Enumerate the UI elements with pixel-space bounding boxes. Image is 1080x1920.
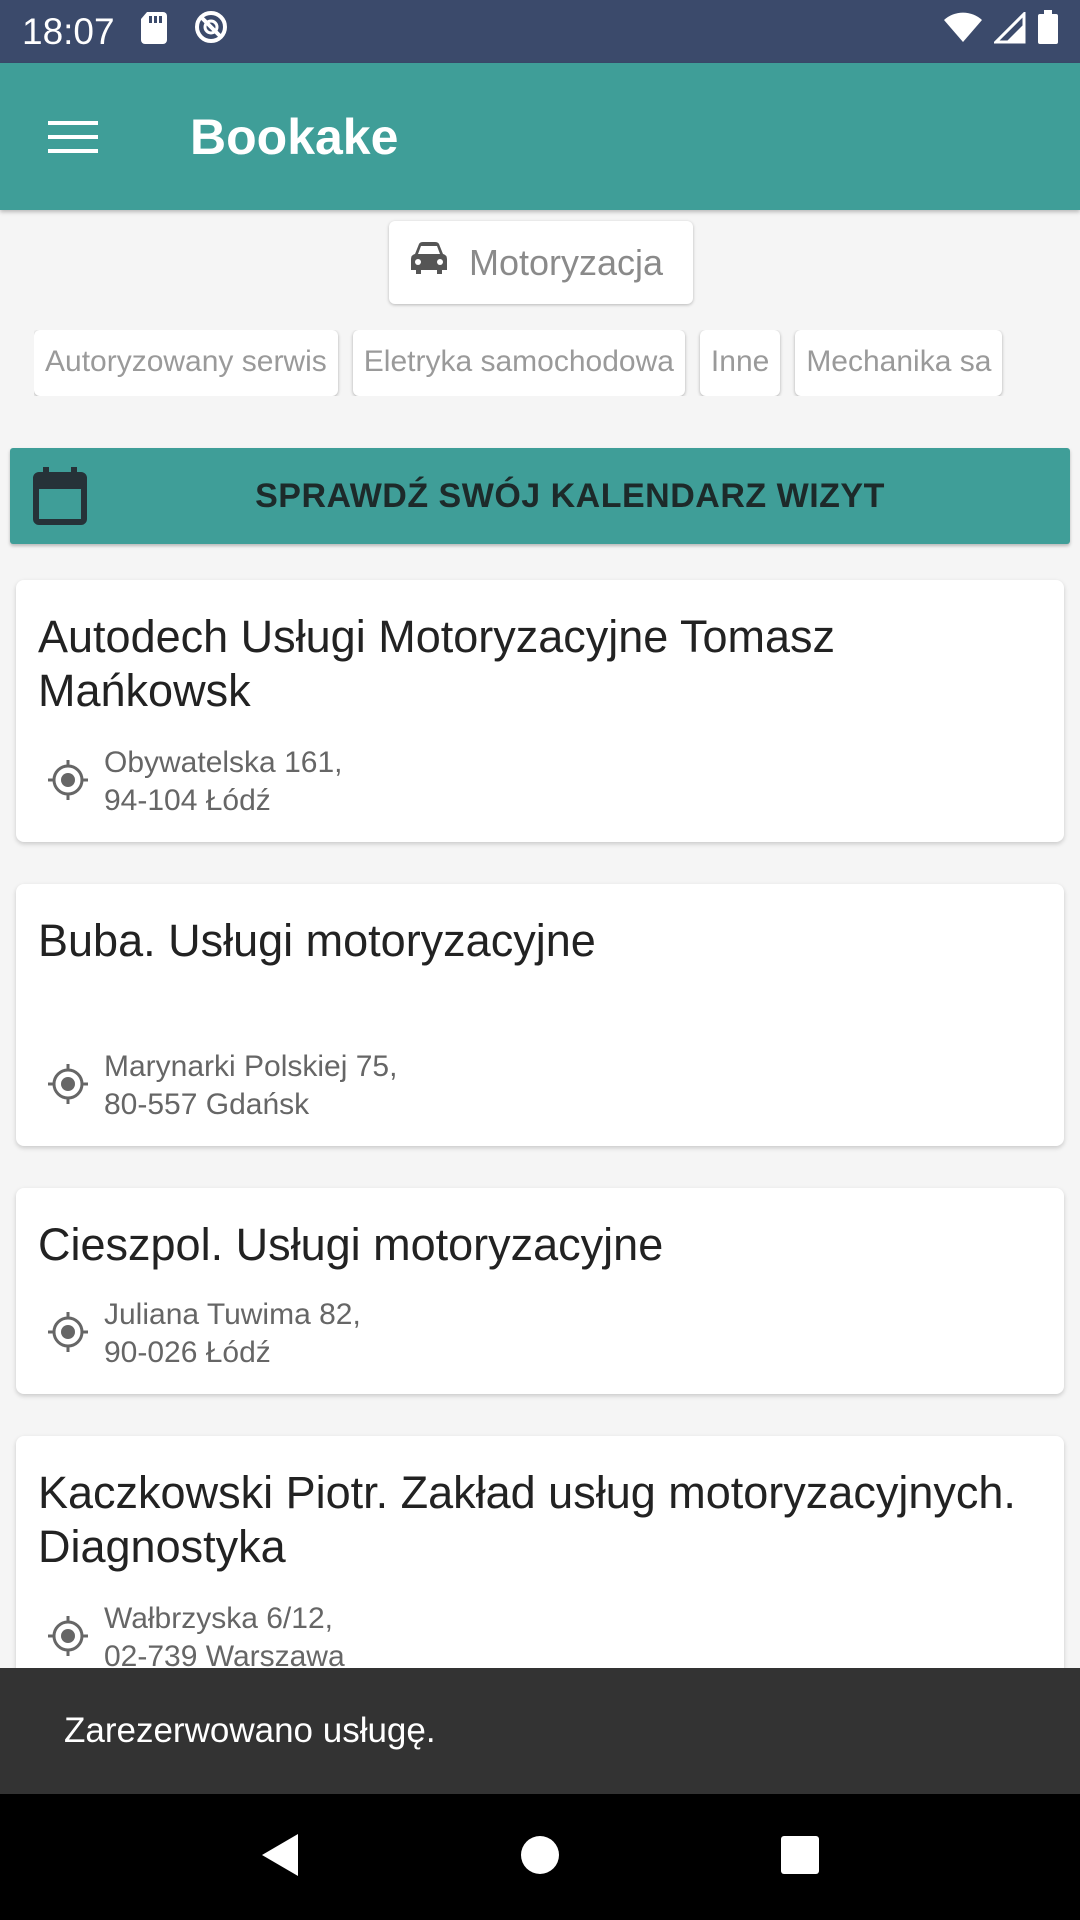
snackbar-message: Zarezerwowano usługę. (64, 1711, 436, 1750)
business-address: Marynarki Polskiej 75, 80-557 Gdańsk (46, 1048, 397, 1124)
car-icon (409, 240, 449, 285)
wifi-icon (944, 11, 982, 53)
category-chip[interactable]: Motoryzacja (389, 221, 693, 304)
subcategory-chips: Autoryzowany serwis Eletryka samochodowa I… (34, 330, 1054, 396)
location-icon (46, 1614, 90, 1663)
back-icon (262, 1833, 298, 1876)
business-card[interactable]: Buba. Usługi motoryzacyjne Marynarki Pol… (16, 884, 1064, 1146)
address-line-2: 94-104 Łódź (104, 784, 271, 817)
calendar-button-label: SPRAWDŹ SWÓJ KALENDARZ WIZYT (255, 476, 885, 515)
status-time: 18:07 (22, 10, 115, 52)
business-name: Autodech Usługi Motoryzacyjne Tomasz Mań… (38, 611, 836, 716)
calendar-icon (10, 467, 110, 525)
menu-button[interactable] (0, 63, 146, 210)
battery-icon (1038, 10, 1058, 53)
business-name: Kaczkowski Piotr. Zakład usług motoryzac… (38, 1467, 1016, 1572)
business-address: Obywatelska 161, 94-104 Łódź (46, 744, 342, 820)
location-icon (46, 1062, 90, 1111)
app-bar: Bookake (0, 63, 1080, 210)
address-line-2: 90-026 Łódź (104, 1336, 271, 1369)
business-name: Cieszpol. Usługi motoryzacyjne (38, 1219, 664, 1270)
recents-icon (781, 1835, 819, 1874)
location-icon (46, 758, 90, 807)
subcategory-chip[interactable]: Inne (699, 330, 781, 396)
business-card[interactable]: Kaczkowski Piotr. Zakład usług motoryzac… (16, 1436, 1064, 1698)
business-card[interactable]: Cieszpol. Usługi motoryzacyjne Juliana T… (16, 1188, 1064, 1394)
status-bar: 18:07 (0, 0, 1080, 63)
app-title: Bookake (190, 108, 399, 165)
business-address: Wałbrzyska 6/12, 02-739 Warszawa (46, 1600, 345, 1676)
home-button[interactable] (520, 1835, 560, 1880)
address-line-1: Wałbrzyska 6/12, (104, 1602, 333, 1635)
snackbar: Zarezerwowano usługę. (0, 1668, 1080, 1794)
address-line-2: 80-557 Gdańsk (104, 1088, 310, 1121)
subcategory-chip[interactable]: Autoryzowany serwis (34, 330, 338, 396)
recents-button[interactable] (780, 1835, 820, 1880)
calendar-button[interactable]: SPRAWDŹ SWÓJ KALENDARZ WIZYT (10, 448, 1070, 544)
business-address: Juliana Tuwima 82, 90-026 Łódź (46, 1296, 361, 1372)
signal-icon (992, 9, 1026, 53)
address-line-1: Marynarki Polskiej 75, (104, 1050, 398, 1083)
sync-icon (193, 9, 229, 54)
sd-card-icon (140, 11, 167, 53)
subcategory-chip[interactable]: Eletryka samochodowa (352, 330, 685, 396)
address-line-1: Obywatelska 161, (104, 746, 343, 779)
navigation-bar (0, 1794, 1080, 1920)
address-line-1: Juliana Tuwima 82, (104, 1298, 361, 1331)
menu-icon (48, 120, 98, 153)
subcategory-chip[interactable]: Mechanika sa (795, 330, 1003, 396)
home-icon (521, 1835, 559, 1874)
back-button[interactable] (260, 1832, 300, 1883)
location-icon (46, 1310, 90, 1359)
category-label: Motoryzacja (469, 241, 664, 283)
business-card[interactable]: Autodech Usługi Motoryzacyjne Tomasz Mań… (16, 580, 1064, 842)
business-name: Buba. Usługi motoryzacyjne (38, 915, 596, 966)
